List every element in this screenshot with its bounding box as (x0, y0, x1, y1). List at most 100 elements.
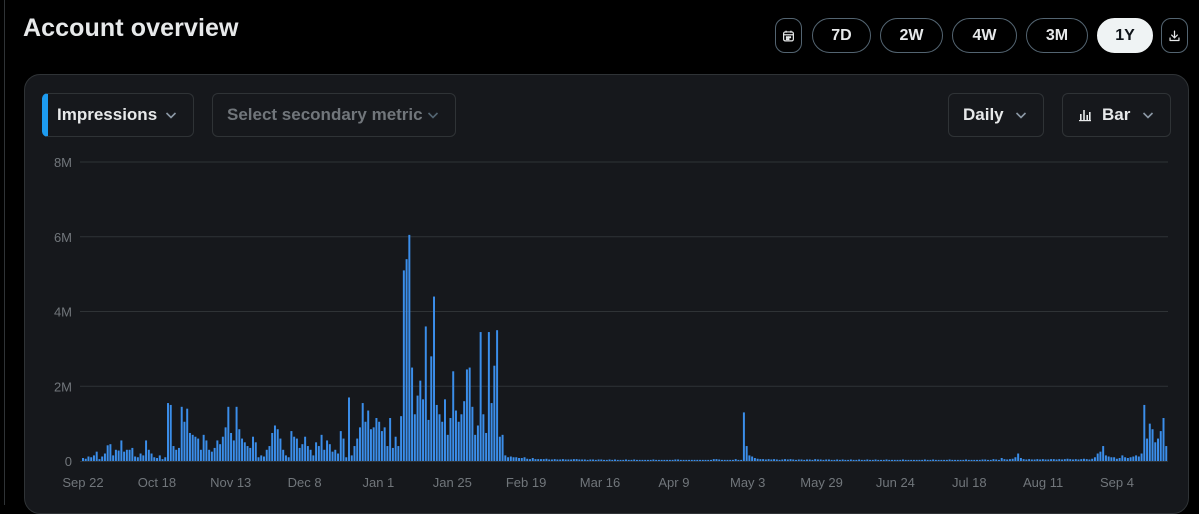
bar (693, 459, 696, 461)
bar (342, 438, 345, 461)
bar (507, 457, 510, 461)
bar (120, 440, 123, 461)
bar (1036, 459, 1039, 461)
bar (1063, 459, 1066, 461)
range-2w-button[interactable]: 2W (880, 18, 943, 53)
bar (1039, 459, 1042, 461)
bar (493, 365, 496, 461)
bar (901, 459, 904, 461)
bar (822, 459, 825, 461)
range-4w-button[interactable]: 4W (952, 18, 1017, 53)
bar (537, 459, 540, 461)
bar (145, 440, 148, 461)
bar (529, 459, 531, 461)
bar (869, 459, 872, 461)
bar (339, 431, 342, 461)
bar (103, 453, 106, 461)
bar (238, 429, 241, 461)
bar (679, 459, 682, 461)
bar (734, 459, 737, 461)
bar (1052, 459, 1055, 461)
bar (578, 459, 581, 461)
bar (216, 440, 219, 461)
bar (731, 459, 734, 461)
bar (449, 418, 452, 461)
bar (276, 429, 279, 461)
bar (202, 434, 205, 461)
bar (1132, 456, 1135, 461)
bar (896, 459, 899, 461)
bar (1030, 459, 1033, 461)
bar (874, 459, 877, 461)
bar (460, 414, 463, 461)
bar (740, 459, 743, 461)
bar (1151, 429, 1154, 461)
bar (860, 459, 863, 461)
download-button[interactable] (1161, 18, 1188, 53)
bar (402, 270, 405, 461)
bar (235, 406, 238, 461)
bar (852, 459, 855, 461)
bar (304, 436, 307, 461)
bar (954, 459, 957, 461)
bar (556, 459, 559, 461)
bar (496, 330, 499, 461)
range-3m-button[interactable]: 3M (1026, 18, 1088, 53)
bar (194, 436, 197, 461)
bar (134, 456, 137, 461)
range-1y-button[interactable]: 1Y (1097, 18, 1153, 53)
bar (863, 459, 866, 461)
bar (386, 446, 389, 461)
bar (312, 455, 315, 461)
bar (177, 447, 180, 461)
bar (306, 446, 309, 461)
bar (1137, 456, 1140, 461)
x-tick-label: Jun 24 (876, 475, 915, 490)
bar (773, 459, 776, 461)
x-tick-label: Aug 11 (1023, 475, 1063, 490)
bar (1006, 459, 1009, 461)
bar (191, 434, 194, 461)
bar (912, 459, 915, 461)
bar (625, 459, 627, 461)
bar (334, 449, 337, 461)
bar (575, 459, 578, 461)
bar (408, 234, 411, 461)
bar (430, 356, 433, 461)
bar (290, 431, 293, 461)
bar (479, 332, 482, 461)
bar (849, 459, 852, 461)
bar (649, 459, 652, 461)
bar (720, 459, 723, 461)
range-7d-button[interactable]: 7D (812, 18, 871, 53)
bar (457, 421, 460, 461)
bar (1047, 459, 1050, 461)
bar (1028, 459, 1031, 461)
bar (583, 459, 586, 461)
bar (444, 399, 446, 461)
bar (808, 459, 811, 461)
bar (778, 459, 781, 461)
bar (112, 455, 115, 461)
bar (1135, 455, 1138, 461)
bar (90, 457, 93, 461)
bar (959, 459, 962, 461)
x-tick-label: Jan 25 (433, 475, 472, 490)
bar (811, 459, 814, 461)
bar (317, 446, 320, 461)
bar (970, 459, 973, 461)
bar (1041, 459, 1044, 461)
bar (978, 459, 981, 461)
bar (918, 459, 921, 461)
bar (139, 453, 142, 461)
bar (756, 458, 759, 461)
bar (589, 459, 592, 461)
bar (795, 459, 797, 461)
bar (923, 459, 926, 461)
bar (888, 459, 891, 461)
bar (825, 459, 828, 461)
bar (95, 451, 98, 461)
calendar-button[interactable] (775, 18, 802, 53)
bar (786, 459, 789, 461)
bar (490, 403, 493, 461)
